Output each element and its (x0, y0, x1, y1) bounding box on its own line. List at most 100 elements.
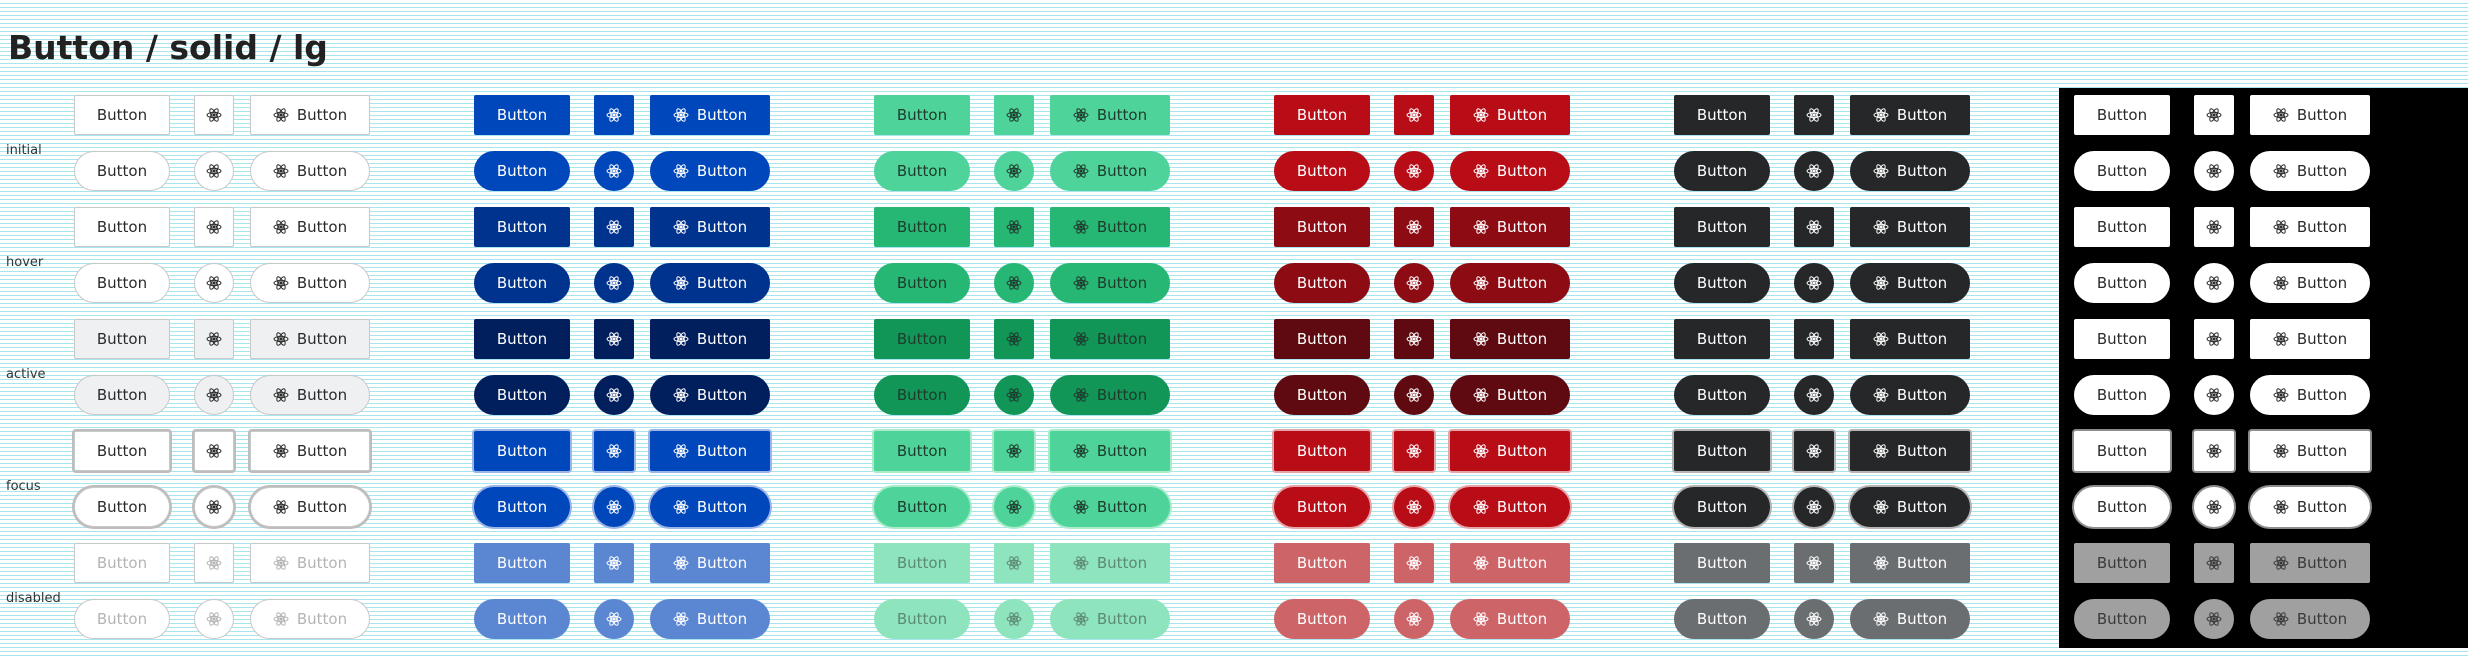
dark-disabled-pill-text-button[interactable]: Button (1674, 599, 1770, 639)
primary-hover-pill-icon-button[interactable] (594, 263, 634, 303)
inverse-initial-rectangle-icon-text-button[interactable]: Button (2250, 95, 2370, 135)
danger-hover-pill-icon-button[interactable] (1394, 263, 1434, 303)
inverse-initial-pill-text-button[interactable]: Button (2074, 151, 2170, 191)
success-initial-pill-icon-button[interactable] (994, 151, 1034, 191)
dark-hover-rectangle-text-button[interactable]: Button (1674, 207, 1770, 247)
inverse-active-pill-icon-text-button[interactable]: Button (2250, 375, 2370, 415)
default-initial-rectangle-icon-button[interactable] (194, 95, 234, 135)
dark-initial-pill-icon-button[interactable] (1794, 151, 1834, 191)
primary-hover-rectangle-text-button[interactable]: Button (474, 207, 570, 247)
dark-disabled-pill-icon-text-button[interactable]: Button (1850, 599, 1970, 639)
default-hover-rectangle-icon-text-button[interactable]: Button (250, 207, 370, 247)
default-disabled-pill-icon-text-button[interactable]: Button (250, 599, 370, 639)
default-initial-pill-text-button[interactable]: Button (74, 151, 170, 191)
primary-focus-pill-icon-text-button[interactable]: Button (650, 487, 770, 527)
default-active-rectangle-icon-button[interactable] (194, 319, 234, 359)
inverse-hover-pill-icon-text-button[interactable]: Button (2250, 263, 2370, 303)
dark-hover-rectangle-icon-button[interactable] (1794, 207, 1834, 247)
dark-disabled-rectangle-icon-text-button[interactable]: Button (1850, 543, 1970, 583)
inverse-active-pill-text-button[interactable]: Button (2074, 375, 2170, 415)
primary-disabled-pill-icon-button[interactable] (594, 599, 634, 639)
dark-focus-pill-text-button[interactable]: Button (1674, 487, 1770, 527)
default-hover-rectangle-icon-button[interactable] (194, 207, 234, 247)
primary-active-pill-icon-text-button[interactable]: Button (650, 375, 770, 415)
dark-active-rectangle-text-button[interactable]: Button (1674, 319, 1770, 359)
primary-initial-rectangle-text-button[interactable]: Button (474, 95, 570, 135)
dark-focus-rectangle-icon-button[interactable] (1794, 431, 1834, 471)
default-active-rectangle-icon-text-button[interactable]: Button (250, 319, 370, 359)
success-focus-pill-icon-button[interactable] (994, 487, 1034, 527)
default-initial-pill-icon-button[interactable] (194, 151, 234, 191)
default-disabled-pill-text-button[interactable]: Button (74, 599, 170, 639)
primary-hover-rectangle-icon-text-button[interactable]: Button (650, 207, 770, 247)
danger-disabled-pill-text-button[interactable]: Button (1274, 599, 1370, 639)
dark-active-pill-icon-text-button[interactable]: Button (1850, 375, 1970, 415)
default-active-pill-icon-button[interactable] (194, 375, 234, 415)
inverse-focus-pill-icon-button[interactable] (2194, 487, 2234, 527)
primary-focus-rectangle-icon-text-button[interactable]: Button (650, 431, 770, 471)
inverse-initial-pill-icon-button[interactable] (2194, 151, 2234, 191)
success-initial-rectangle-icon-text-button[interactable]: Button (1050, 95, 1170, 135)
inverse-hover-pill-text-button[interactable]: Button (2074, 263, 2170, 303)
danger-focus-pill-icon-text-button[interactable]: Button (1450, 487, 1570, 527)
inverse-hover-rectangle-text-button[interactable]: Button (2074, 207, 2170, 247)
danger-initial-pill-icon-text-button[interactable]: Button (1450, 151, 1570, 191)
dark-active-pill-icon-button[interactable] (1794, 375, 1834, 415)
primary-active-rectangle-icon-button[interactable] (594, 319, 634, 359)
inverse-focus-rectangle-icon-button[interactable] (2194, 431, 2234, 471)
primary-hover-pill-text-button[interactable]: Button (474, 263, 570, 303)
danger-disabled-rectangle-icon-button[interactable] (1394, 543, 1434, 583)
success-hover-rectangle-icon-text-button[interactable]: Button (1050, 207, 1170, 247)
success-focus-pill-icon-text-button[interactable]: Button (1050, 487, 1170, 527)
dark-active-pill-text-button[interactable]: Button (1674, 375, 1770, 415)
success-hover-rectangle-icon-button[interactable] (994, 207, 1034, 247)
dark-initial-pill-icon-text-button[interactable]: Button (1850, 151, 1970, 191)
success-hover-pill-icon-button[interactable] (994, 263, 1034, 303)
dark-initial-rectangle-icon-button[interactable] (1794, 95, 1834, 135)
inverse-disabled-rectangle-icon-button[interactable] (2194, 543, 2234, 583)
inverse-disabled-pill-text-button[interactable]: Button (2074, 599, 2170, 639)
primary-disabled-rectangle-icon-button[interactable] (594, 543, 634, 583)
inverse-initial-rectangle-text-button[interactable]: Button (2074, 95, 2170, 135)
default-disabled-rectangle-icon-text-button[interactable]: Button (250, 543, 370, 583)
success-disabled-pill-icon-text-button[interactable]: Button (1050, 599, 1170, 639)
default-focus-rectangle-icon-button[interactable] (194, 431, 234, 471)
danger-disabled-pill-icon-text-button[interactable]: Button (1450, 599, 1570, 639)
inverse-active-rectangle-text-button[interactable]: Button (2074, 319, 2170, 359)
danger-focus-pill-text-button[interactable]: Button (1274, 487, 1370, 527)
inverse-focus-rectangle-text-button[interactable]: Button (2074, 431, 2170, 471)
dark-initial-rectangle-icon-text-button[interactable]: Button (1850, 95, 1970, 135)
danger-active-pill-icon-button[interactable] (1394, 375, 1434, 415)
danger-hover-pill-text-button[interactable]: Button (1274, 263, 1370, 303)
danger-initial-rectangle-icon-text-button[interactable]: Button (1450, 95, 1570, 135)
dark-hover-rectangle-icon-text-button[interactable]: Button (1850, 207, 1970, 247)
dark-focus-pill-icon-text-button[interactable]: Button (1850, 487, 1970, 527)
success-initial-pill-icon-text-button[interactable]: Button (1050, 151, 1170, 191)
primary-active-pill-text-button[interactable]: Button (474, 375, 570, 415)
dark-active-rectangle-icon-button[interactable] (1794, 319, 1834, 359)
danger-disabled-pill-icon-button[interactable] (1394, 599, 1434, 639)
primary-initial-pill-icon-text-button[interactable]: Button (650, 151, 770, 191)
inverse-initial-pill-icon-text-button[interactable]: Button (2250, 151, 2370, 191)
primary-initial-pill-text-button[interactable]: Button (474, 151, 570, 191)
danger-initial-pill-text-button[interactable]: Button (1274, 151, 1370, 191)
default-active-pill-text-button[interactable]: Button (74, 375, 170, 415)
primary-focus-pill-text-button[interactable]: Button (474, 487, 570, 527)
success-initial-rectangle-text-button[interactable]: Button (874, 95, 970, 135)
danger-focus-rectangle-icon-text-button[interactable]: Button (1450, 431, 1570, 471)
primary-active-pill-icon-button[interactable] (594, 375, 634, 415)
default-disabled-rectangle-text-button[interactable]: Button (74, 543, 170, 583)
primary-disabled-pill-icon-text-button[interactable]: Button (650, 599, 770, 639)
default-focus-pill-icon-text-button[interactable]: Button (250, 487, 370, 527)
dark-disabled-rectangle-text-button[interactable]: Button (1674, 543, 1770, 583)
success-active-rectangle-icon-text-button[interactable]: Button (1050, 319, 1170, 359)
danger-hover-rectangle-icon-button[interactable] (1394, 207, 1434, 247)
default-hover-pill-icon-text-button[interactable]: Button (250, 263, 370, 303)
default-hover-pill-text-button[interactable]: Button (74, 263, 170, 303)
danger-active-pill-icon-text-button[interactable]: Button (1450, 375, 1570, 415)
danger-active-pill-text-button[interactable]: Button (1274, 375, 1370, 415)
inverse-disabled-rectangle-text-button[interactable]: Button (2074, 543, 2170, 583)
inverse-disabled-rectangle-icon-text-button[interactable]: Button (2250, 543, 2370, 583)
default-hover-rectangle-text-button[interactable]: Button (74, 207, 170, 247)
primary-hover-pill-icon-text-button[interactable]: Button (650, 263, 770, 303)
